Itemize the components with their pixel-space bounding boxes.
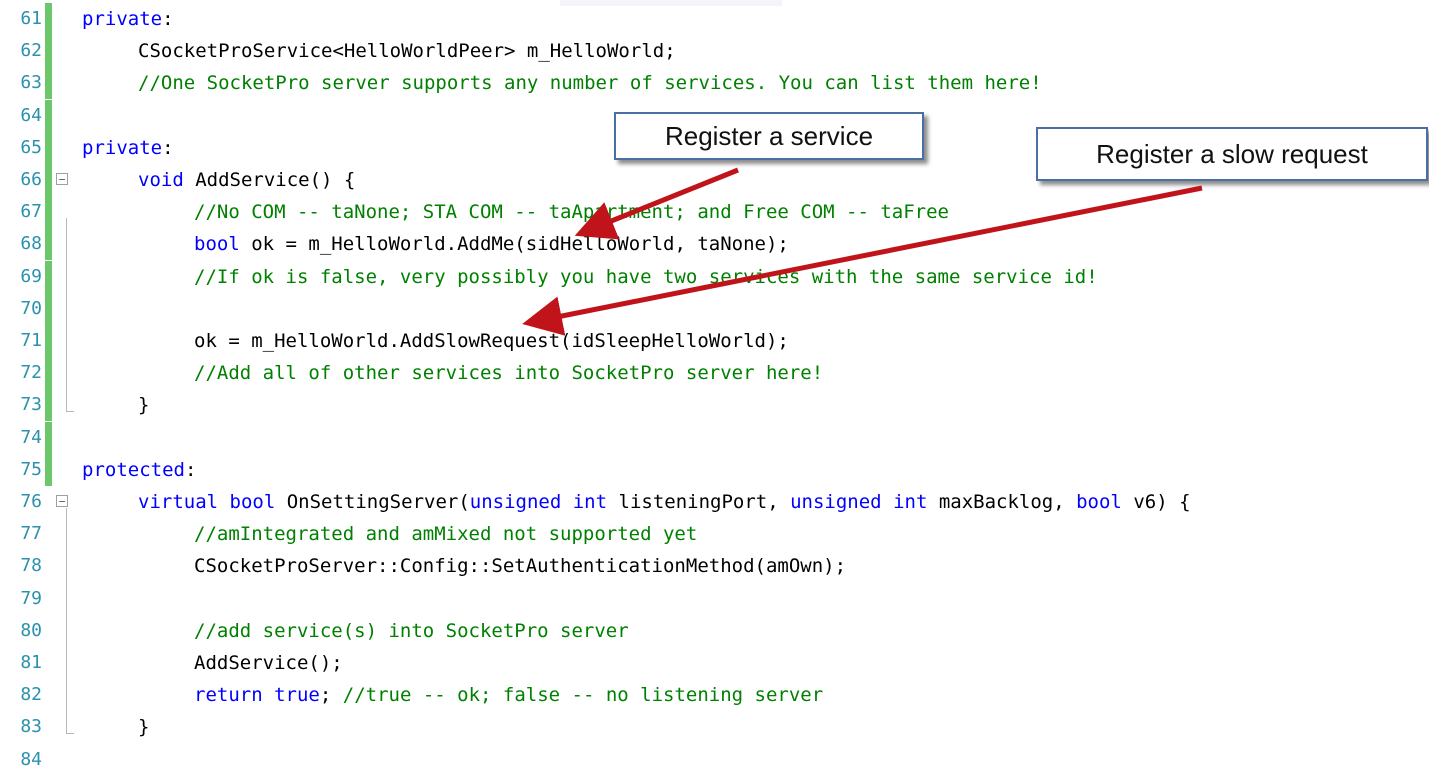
code-editor[interactable]: 61 private: 62 CSocketProService<HelloWorld…	[0, 0, 1429, 770]
arrow-to-addslowrequest	[522, 185, 1203, 336]
annotation-arrows	[522, 167, 1203, 336]
arrow-to-addme	[574, 167, 739, 240]
